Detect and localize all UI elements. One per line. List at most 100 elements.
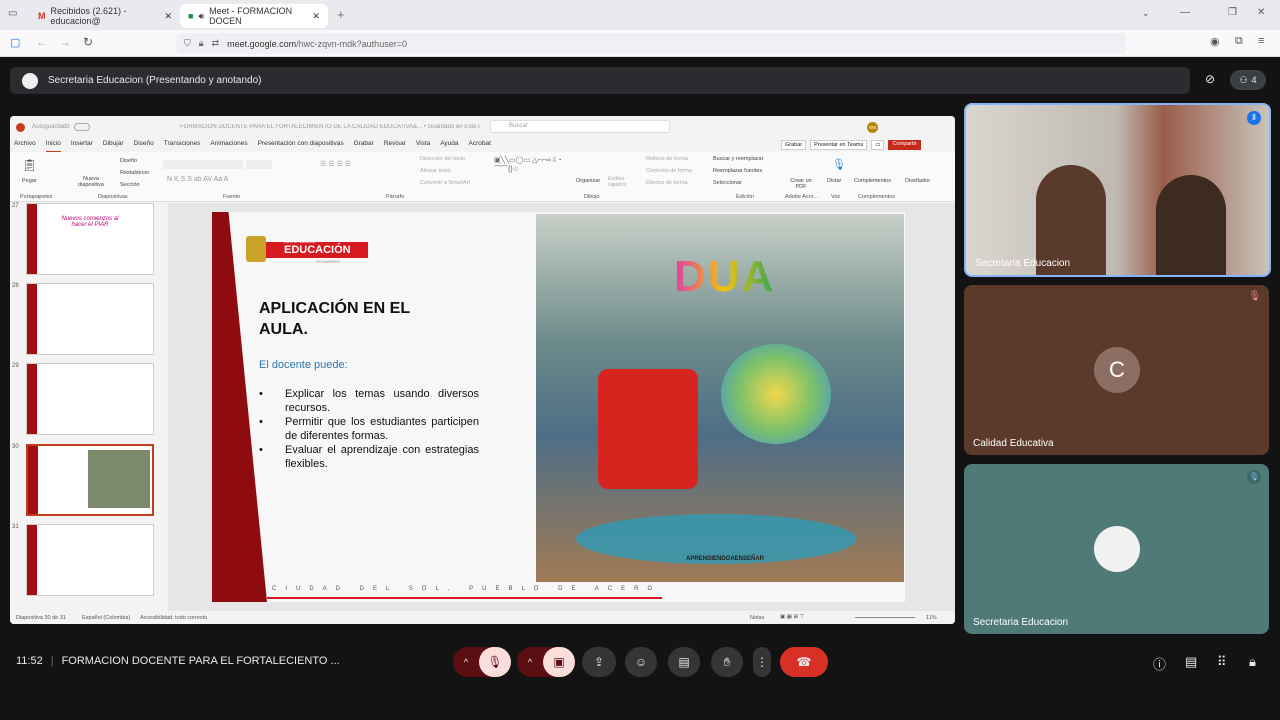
reload-icon[interactable]: ↻: [83, 35, 93, 49]
tab-archivo[interactable]: Archivo: [14, 140, 36, 152]
presenter-avatar: [22, 72, 38, 89]
close-icon[interactable]: ✕: [312, 11, 320, 22]
close-window-icon[interactable]: ✕: [1257, 7, 1265, 18]
quick-styles-button[interactable]: Estilos rápidos: [608, 176, 630, 188]
leave-call-button[interactable]: ☎︎: [780, 647, 828, 677]
shape-fill-button[interactable]: Relleno de forma: [646, 156, 688, 162]
dictate-button[interactable]: Dictar: [827, 178, 841, 184]
raise-hand-button[interactable]: ✋︎: [711, 647, 743, 677]
shape-effects-button[interactable]: Efectos de forma: [646, 180, 688, 186]
account-icon[interactable]: ◉: [1210, 35, 1220, 48]
group-label: Dibujo: [584, 194, 600, 200]
hide-presentation-icon[interactable]: ⊘: [1205, 72, 1215, 86]
tile-secretaria-educacion[interactable]: 🎙︎ Secretaria Educacion: [964, 464, 1269, 634]
shapes-gallery[interactable]: ▣╲╲▭◯▭ △⌐⌐⇨⇩◔ ⌒⌒{}☆: [494, 156, 570, 174]
minimize-icon[interactable]: —: [1180, 7, 1190, 18]
tab-meet[interactable]: ■ 🔊︎ Meet - FORMACION DOCEN ✕: [180, 4, 328, 28]
paste-button[interactable]: Pegar: [22, 178, 37, 184]
align-text-button[interactable]: Alinear texto: [420, 168, 451, 174]
share-button[interactable]: Compartir: [888, 140, 921, 150]
new-tab-button[interactable]: +: [337, 7, 345, 22]
view-icons[interactable]: ▣ ▦ ⊞ ⊤: [780, 614, 804, 620]
layout-button[interactable]: Diseño: [120, 158, 137, 164]
extensions-icon[interactable]: ⧉: [1235, 35, 1243, 48]
tab-menu-icon[interactable]: ⌄: [1142, 8, 1150, 19]
text-direction-button[interactable]: Dirección del texto: [420, 156, 465, 162]
tab-insertar[interactable]: Insertar: [71, 140, 93, 152]
arrange-button[interactable]: Organizar: [576, 178, 600, 184]
accessibility-status[interactable]: Accesibilidad: todo correcto: [140, 615, 207, 621]
addins-button[interactable]: Complementos: [854, 178, 891, 184]
tab-dibujar[interactable]: Dibujar: [103, 140, 124, 152]
reset-button[interactable]: Restablecer: [120, 170, 149, 176]
list-icons[interactable]: ☰ ☰ ☰ ☰: [320, 160, 351, 168]
comments-icon[interactable]: ▭: [871, 140, 885, 150]
slide-thumbnail-29[interactable]: [26, 363, 154, 435]
camera-off-button[interactable]: ▣: [543, 647, 575, 677]
shape-outline-button[interactable]: Contorno de forma: [646, 168, 692, 174]
zoom-level[interactable]: 11%: [926, 615, 937, 621]
tab-presentacion[interactable]: Presentación con diapositivas: [258, 140, 344, 152]
new-slide-button[interactable]: Nueva diapositiva: [74, 176, 108, 188]
replace-fonts-button[interactable]: Reemplazar fuentes: [713, 168, 762, 174]
participants-button[interactable]: ⚇ 4: [1230, 70, 1266, 90]
muted-mic-icon: 🎙︎: [1248, 291, 1261, 302]
tab-acrobat[interactable]: Acrobat: [469, 140, 491, 152]
close-icon[interactable]: ✕: [164, 11, 172, 22]
user-avatar[interactable]: NM: [867, 122, 878, 133]
forward-icon[interactable]: →: [59, 35, 71, 49]
maximize-icon[interactable]: ❐: [1228, 7, 1237, 18]
present-screen-button[interactable]: ⇪: [582, 647, 616, 677]
back-icon[interactable]: ←: [36, 35, 48, 49]
section-button[interactable]: Sección: [120, 182, 140, 188]
mic-muted-button[interactable]: 🎙︎: [479, 647, 511, 677]
current-slide[interactable]: SECRETARÍA DE EDUCACIÓN SOGAMOSO APLICAC…: [212, 212, 905, 602]
mic-options-icon[interactable]: ^: [453, 657, 479, 667]
tab-inicio[interactable]: Inicio: [45, 140, 61, 152]
chat-icon[interactable]: ▤: [1185, 654, 1197, 670]
tab-diseno[interactable]: Diseño: [134, 140, 154, 152]
more-options-button[interactable]: ⋮: [753, 647, 771, 677]
tab-vista[interactable]: Vista: [416, 140, 430, 152]
logo-main-text: EDUCACIÓN: [284, 244, 351, 256]
tab-list-icon[interactable]: ▭: [8, 8, 17, 19]
slide-thumbnail-28[interactable]: [26, 283, 154, 355]
shield-icon: ⛉: [184, 38, 191, 48]
tab-transiciones[interactable]: Transiciones: [164, 140, 201, 152]
notes-button[interactable]: Notas: [750, 615, 764, 621]
info-icon[interactable]: ⓘ: [1153, 654, 1166, 673]
designer-button[interactable]: Diseñador: [905, 178, 930, 184]
slide-thumbnail-27[interactable]: Nuevos comienzos al hacer el PIAR: [26, 203, 154, 275]
sidebar-icon[interactable]: ▢: [10, 36, 20, 49]
tab-ayuda[interactable]: Ayuda: [440, 140, 458, 152]
create-pdf-button[interactable]: Crear un PDF: [790, 178, 812, 190]
zoom-slider[interactable]: [855, 617, 915, 618]
video-tile-secretaria[interactable]: ⦀ Secretaria Educacion: [964, 103, 1271, 277]
find-replace-button[interactable]: Buscar y reemplazar: [713, 156, 763, 162]
autosave-toggle[interactable]: [74, 123, 90, 131]
menu-icon[interactable]: ≡: [1258, 35, 1264, 47]
thumbnail-text: Nuevos comienzos al hacer el PIAR: [61, 216, 119, 228]
emoji-button[interactable]: ☺: [625, 647, 657, 677]
record-button[interactable]: Grabar: [781, 140, 807, 150]
language-status[interactable]: Español (Colombia): [82, 615, 130, 621]
search-box[interactable]: Buscar: [490, 120, 670, 133]
select-button[interactable]: Seleccionar: [713, 180, 742, 186]
slide-thumbnail-30-selected[interactable]: [26, 444, 154, 516]
url-bar[interactable]: ⛉ 🔒︎ ⇄ meet.google.com/hwc-zqvn-mdk?authus…: [176, 33, 1126, 54]
host-controls-icon[interactable]: 🔒︎: [1249, 654, 1256, 670]
font-format-icons[interactable]: N K S S ab AV Aa A: [167, 176, 228, 183]
tab-grabar[interactable]: Grabar: [354, 140, 374, 152]
tab-gmail[interactable]: M Recibidos (2.621) - educacion@ ✕: [30, 4, 180, 28]
camera-options-icon[interactable]: ^: [517, 657, 543, 667]
present-teams-button[interactable]: Presentar en Teams: [810, 140, 868, 150]
captions-button[interactable]: ▤: [668, 647, 700, 677]
slide-thumbnail-31[interactable]: [26, 524, 154, 596]
tab-revisar[interactable]: Revisar: [384, 140, 406, 152]
smartart-button[interactable]: Convertir a SmartArt: [420, 180, 470, 186]
font-size-select[interactable]: [246, 160, 272, 169]
tile-calidad-educativa[interactable]: C 🎙︎ Calidad Educativa: [964, 285, 1269, 455]
font-name-select[interactable]: [163, 160, 243, 169]
activities-icon[interactable]: ⠿: [1217, 654, 1227, 670]
tab-animaciones[interactable]: Animaciones: [210, 140, 247, 152]
